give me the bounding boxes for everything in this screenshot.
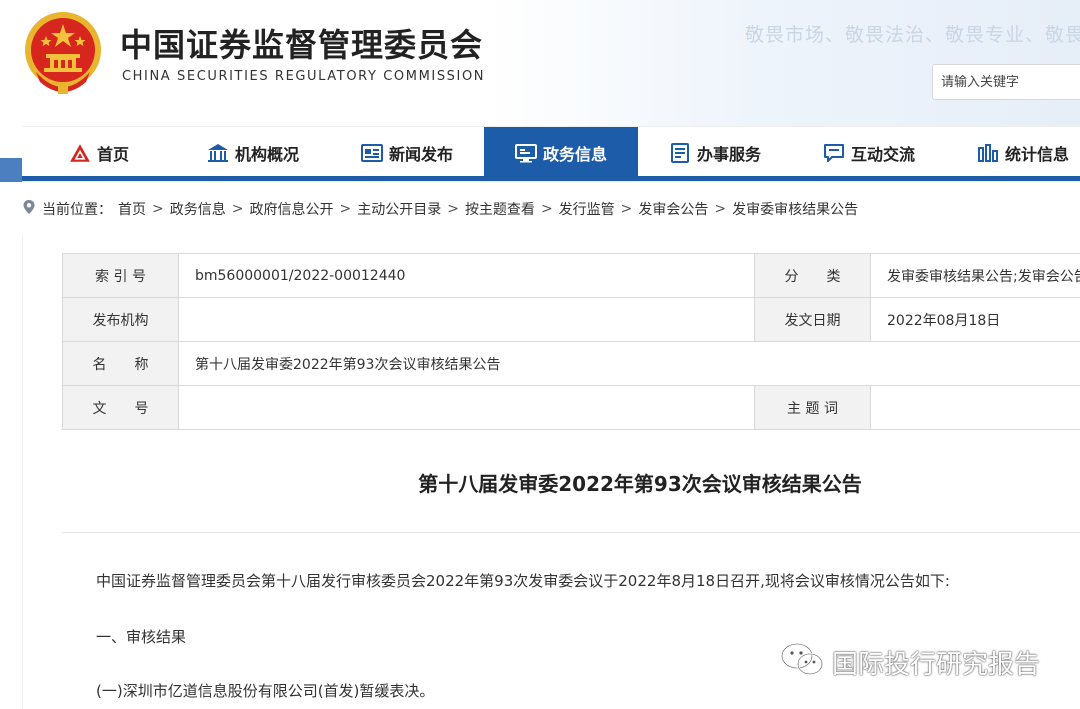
nav-item-label: 首页	[96, 145, 129, 164]
breadcrumb-item[interactable]: 主动公开目录	[357, 199, 441, 219]
category-label: 分 类	[754, 253, 871, 298]
breadcrumb-separator: >	[339, 201, 352, 217]
national-emblem-icon	[25, 12, 101, 94]
nav-underline	[22, 176, 1080, 181]
issuer-value	[178, 297, 755, 342]
article-heading: 一、审核结果	[96, 628, 187, 646]
name-label: 名 称	[62, 341, 179, 386]
breadcrumb-separator: >	[152, 201, 164, 217]
nav-item-label: 机构概况	[234, 145, 299, 164]
table-row: 文 号 主 题 词	[62, 385, 1080, 430]
index-label: 索 引 号	[62, 253, 179, 298]
breadcrumb-separator: >	[620, 201, 633, 217]
nav-item-about[interactable]: 机构概况	[176, 127, 330, 179]
bar-chart-icon	[977, 142, 999, 164]
wechat-icon	[780, 642, 824, 683]
breadcrumb-separator: >	[714, 201, 727, 217]
building-icon	[207, 142, 229, 164]
name-value: 第十八届发审委2022年第93次会议审核结果公告	[178, 341, 1080, 386]
site-subtitle: CHINA SECURITIES REGULATORY COMMISSION	[122, 69, 486, 84]
location-pin-icon	[22, 199, 36, 219]
chat-icon	[823, 142, 845, 164]
breadcrumb-item[interactable]: 政务信息	[170, 199, 226, 219]
nav-item-label: 统计信息	[1004, 145, 1069, 164]
nav-item-news[interactable]: 新闻发布	[330, 127, 484, 179]
table-row: 索 引 号 bm56000001/2022-00012440 分 类 发审委审核…	[62, 253, 1080, 298]
breadcrumb-item[interactable]: 发审委审核结果公告	[732, 199, 858, 219]
article-title: 第十八届发审委2022年第93次会议审核结果公告	[418, 472, 862, 496]
category-value: 发审委审核结果公告;发审会公告	[870, 253, 1080, 298]
main-nav: 首页 机构概况 新闻发布 政务信息 办事服务 互动交流 统计信息	[22, 126, 1080, 179]
nav-item-interaction[interactable]: 互动交流	[792, 127, 946, 179]
nav-item-label: 办事服务	[696, 145, 761, 164]
docno-value	[178, 385, 755, 430]
watermark-text: 国际投行研究报告	[832, 650, 1041, 680]
breadcrumb-separator: >	[231, 201, 244, 217]
monitor-icon	[514, 142, 537, 164]
nav-stripe	[0, 158, 22, 182]
document-list-icon	[669, 142, 691, 164]
breadcrumb-item[interactable]: 按主题查看	[465, 199, 535, 219]
site-title[interactable]: 中国证券监督管理委员会	[120, 20, 483, 66]
issuer-label: 发布机构	[62, 297, 179, 342]
date-label: 发文日期	[754, 297, 871, 342]
docno-label: 文 号	[62, 385, 179, 430]
breadcrumb-item[interactable]: 发审会公告	[638, 199, 708, 219]
search-input[interactable]	[932, 64, 1080, 100]
keywords-value	[870, 385, 1080, 430]
newspaper-icon	[360, 142, 383, 164]
nav-item-home[interactable]: 首页	[22, 127, 176, 179]
nav-item-gov-info[interactable]: 政务信息	[484, 127, 638, 179]
slogan: 敬畏市场、敬畏法治、敬畏专业、敬畏	[745, 24, 1080, 46]
article-paragraph: (一)深圳市亿道信息股份有限公司(首发)暂缓表决。	[96, 682, 435, 700]
nav-item-label: 新闻发布	[388, 145, 453, 164]
document-meta-table: 索 引 号 bm56000001/2022-00012440 分 类 发审委审核…	[62, 253, 1080, 430]
table-row: 发布机构 发文日期 2022年08月18日	[62, 297, 1080, 342]
breadcrumb-item[interactable]: 政府信息公开	[249, 199, 333, 219]
breadcrumb-separator: >	[447, 201, 459, 217]
date-value: 2022年08月18日	[870, 297, 1080, 342]
nav-item-label: 互动交流	[850, 145, 915, 164]
watermark: 国际投行研究报告	[780, 642, 1040, 683]
csrc-logo-icon	[69, 142, 91, 164]
table-row: 名 称 第十八届发审委2022年第93次会议审核结果公告	[62, 341, 1080, 386]
index-value: bm56000001/2022-00012440	[178, 253, 755, 298]
breadcrumb-prefix: 当前位置：	[42, 202, 112, 218]
breadcrumb: 当前位置： 首页 > 政务信息 > 政府信息公开 > 主动公开目录 > 按主题查…	[22, 199, 858, 219]
breadcrumb-item[interactable]: 发行监管	[559, 199, 615, 219]
breadcrumb-item[interactable]: 首页	[118, 199, 146, 219]
article-paragraph: 中国证券监督管理委员会第十八届发行审核委员会2022年第93次发审委会议于202…	[96, 572, 950, 590]
title-divider	[62, 532, 1080, 533]
keywords-label: 主 题 词	[754, 385, 871, 430]
nav-item-label: 政务信息	[542, 145, 607, 164]
breadcrumb-separator: >	[540, 201, 553, 217]
nav-item-services[interactable]: 办事服务	[638, 127, 792, 179]
nav-item-statistics[interactable]: 统计信息	[946, 127, 1080, 179]
